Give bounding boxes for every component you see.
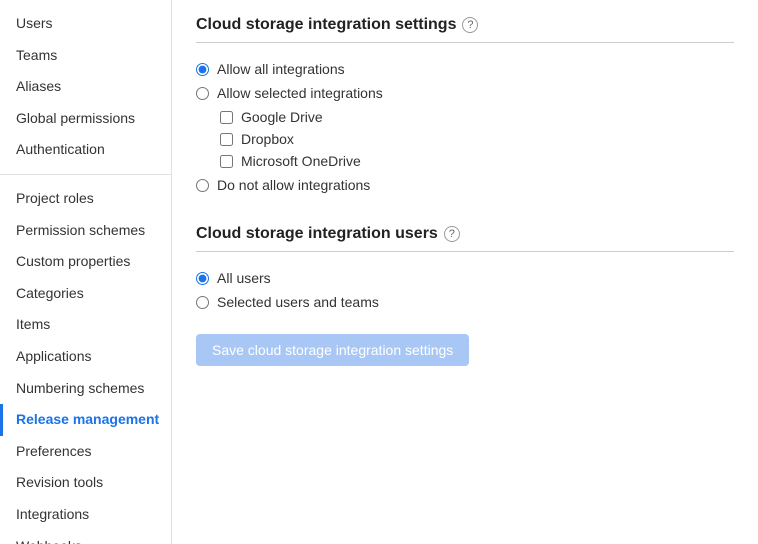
- do-not-allow-integrations-option[interactable]: Do not allow integrations: [196, 177, 734, 193]
- do-not-allow-integrations-label: Do not allow integrations: [217, 177, 370, 193]
- sidebar-item-users[interactable]: Users: [0, 8, 171, 40]
- sidebar-item-preferences[interactable]: Preferences: [0, 436, 171, 468]
- save-button[interactable]: Save cloud storage integration settings: [196, 334, 469, 366]
- allow-selected-integrations-radio[interactable]: [196, 87, 209, 100]
- cloud-storage-users-header: Cloud storage integration users ?: [196, 225, 734, 252]
- sidebar-item-items[interactable]: Items: [0, 309, 171, 341]
- sidebar-item-numbering-schemes[interactable]: Numbering schemes: [0, 373, 171, 405]
- main-content: Cloud storage integration settings ? All…: [172, 0, 758, 544]
- sidebar-item-applications[interactable]: Applications: [0, 341, 171, 373]
- all-users-radio[interactable]: [196, 272, 209, 285]
- microsoft-onedrive-option[interactable]: Microsoft OneDrive: [220, 153, 734, 169]
- google-drive-checkbox[interactable]: [220, 111, 233, 124]
- selected-users-option[interactable]: Selected users and teams: [196, 294, 734, 310]
- cloud-storage-settings-header: Cloud storage integration settings ?: [196, 16, 734, 43]
- sub-integrations-group: Google Drive Dropbox Microsoft OneDrive: [196, 109, 734, 169]
- sidebar-item-custom-properties[interactable]: Custom properties: [0, 246, 171, 278]
- sidebar-divider-1: [0, 174, 171, 175]
- sidebar: Users Teams Aliases Global permissions A…: [0, 0, 172, 544]
- cloud-storage-settings-help-icon[interactable]: ?: [462, 17, 478, 33]
- cloud-storage-users-help-icon[interactable]: ?: [444, 226, 460, 242]
- users-options-group: All users Selected users and teams: [196, 262, 734, 318]
- google-drive-label: Google Drive: [241, 109, 323, 125]
- dropbox-label: Dropbox: [241, 131, 294, 147]
- dropbox-checkbox[interactable]: [220, 133, 233, 146]
- cloud-storage-settings-section: Cloud storage integration settings ? All…: [196, 16, 734, 201]
- selected-users-radio[interactable]: [196, 296, 209, 309]
- allow-all-integrations-option[interactable]: Allow all integrations: [196, 61, 734, 77]
- google-drive-option[interactable]: Google Drive: [220, 109, 734, 125]
- sidebar-item-revision-tools[interactable]: Revision tools: [0, 467, 171, 499]
- sidebar-item-permission-schemes[interactable]: Permission schemes: [0, 215, 171, 247]
- sidebar-item-integrations[interactable]: Integrations: [0, 499, 171, 531]
- sidebar-item-authentication[interactable]: Authentication: [0, 134, 171, 166]
- microsoft-onedrive-checkbox[interactable]: [220, 155, 233, 168]
- sidebar-item-teams[interactable]: Teams: [0, 40, 171, 72]
- sidebar-item-release-management[interactable]: Release management: [0, 404, 171, 436]
- sidebar-item-aliases[interactable]: Aliases: [0, 71, 171, 103]
- microsoft-onedrive-label: Microsoft OneDrive: [241, 153, 361, 169]
- allow-selected-integrations-label: Allow selected integrations: [217, 85, 383, 101]
- do-not-allow-integrations-radio[interactable]: [196, 179, 209, 192]
- cloud-storage-settings-title: Cloud storage integration settings: [196, 16, 456, 34]
- dropbox-option[interactable]: Dropbox: [220, 131, 734, 147]
- sidebar-item-webhooks[interactable]: Webhooks: [0, 531, 171, 544]
- cloud-storage-users-title: Cloud storage integration users: [196, 225, 438, 243]
- sidebar-item-categories[interactable]: Categories: [0, 278, 171, 310]
- all-users-option[interactable]: All users: [196, 270, 734, 286]
- sidebar-item-global-permissions[interactable]: Global permissions: [0, 103, 171, 135]
- allow-all-integrations-label: Allow all integrations: [217, 61, 345, 77]
- integration-options-group: Allow all integrations Allow selected in…: [196, 53, 734, 201]
- selected-users-label: Selected users and teams: [217, 294, 379, 310]
- cloud-storage-users-section: Cloud storage integration users ? All us…: [196, 225, 734, 366]
- allow-selected-integrations-option[interactable]: Allow selected integrations: [196, 85, 734, 101]
- sidebar-item-project-roles[interactable]: Project roles: [0, 183, 171, 215]
- allow-all-integrations-radio[interactable]: [196, 63, 209, 76]
- all-users-label: All users: [217, 270, 271, 286]
